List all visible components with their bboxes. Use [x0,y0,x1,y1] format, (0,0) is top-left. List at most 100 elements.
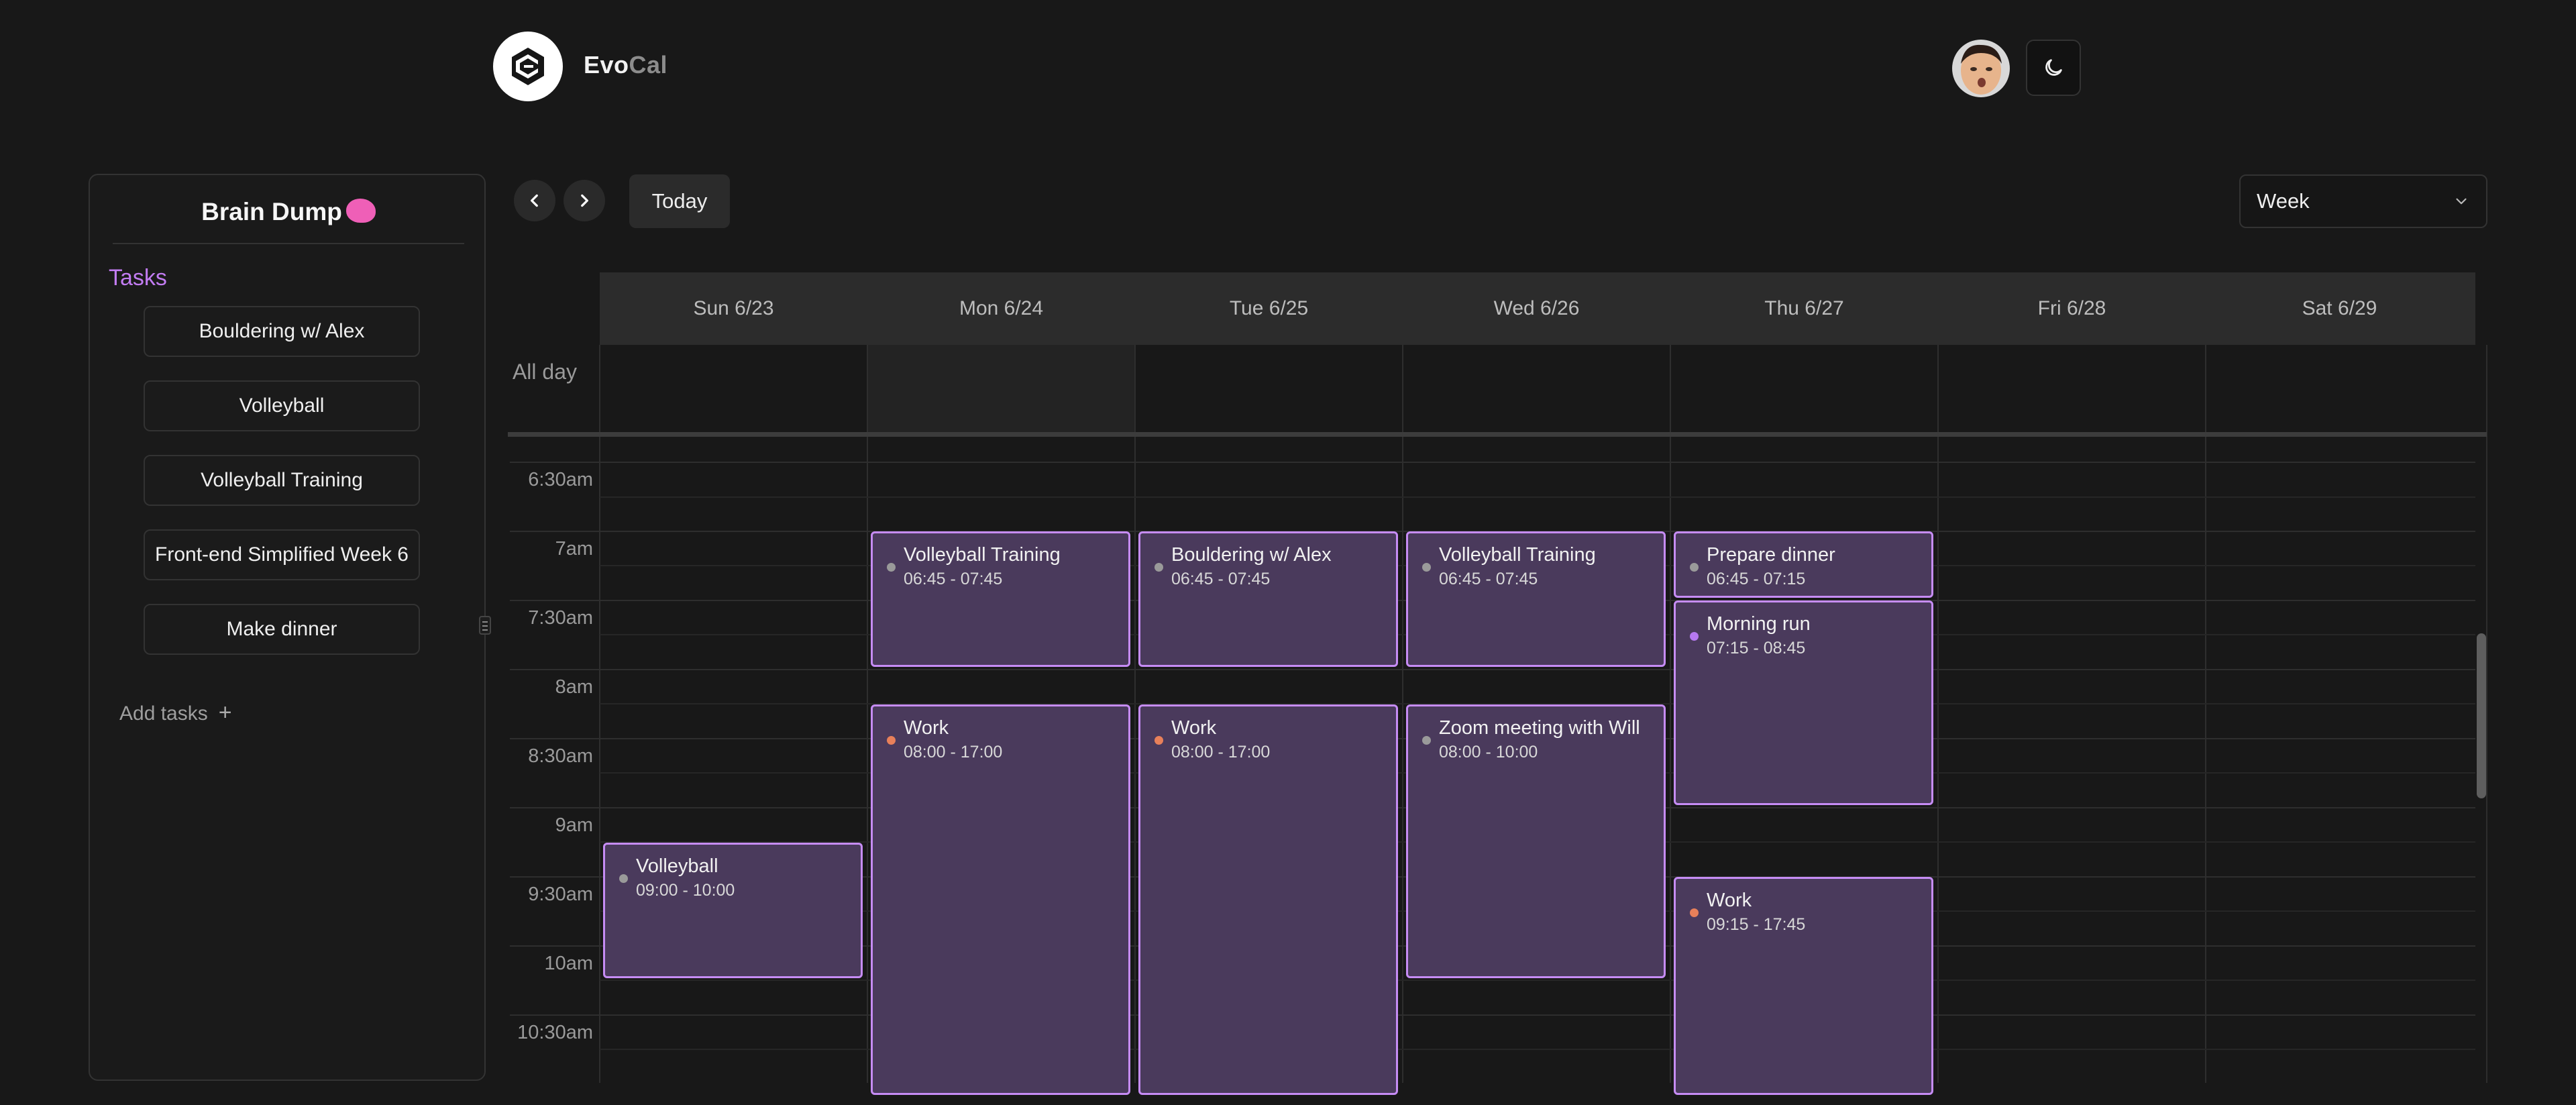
calendar-scrollbar[interactable] [2477,633,2486,798]
event-time: 06:45 - 07:15 [1707,570,1806,588]
grid-line [2486,345,2487,1083]
event-dot [1690,632,1699,641]
next-week-button[interactable] [564,180,605,221]
task-item[interactable]: Volleyball Training [144,455,420,506]
grid-line [599,345,600,1083]
brain-dump-title: Brain Dump [90,198,487,226]
event-title: Morning run [1707,613,1811,635]
chevron-left-icon [531,194,538,207]
grid-line [2205,345,2206,1083]
add-tasks-label: Add tasks [119,702,208,725]
task-item[interactable]: Front-end Simplified Week 6 [144,529,420,580]
calendar-event[interactable]: Work 08:00 - 17:00 [1138,704,1398,1095]
time-label: 7am [555,538,593,560]
brand-name-part1: Evo [584,51,629,78]
all-day-cell-highlight[interactable] [867,345,1135,435]
event-dot [1690,908,1699,917]
day-header-sat[interactable]: Sat 6/29 [2206,272,2473,345]
tasks-heading: Tasks [109,265,167,291]
grid-line [1670,345,1671,1083]
event-title: Zoom meeting with Will [1439,717,1640,739]
day-header-row: Sun 6/23 Mon 6/24 Tue 6/25 Wed 6/26 Thu … [600,272,2475,345]
event-dot [1690,563,1699,572]
time-label: 6:30am [528,469,593,490]
grid-line [1402,345,1403,1083]
calendar-event[interactable]: Morning run 07:15 - 08:45 [1674,600,1933,805]
day-header-sun[interactable]: Sun 6/23 [600,272,867,345]
brand-name-part2: Cal [629,51,668,78]
event-dot [619,874,628,883]
event-title: Volleyball [636,855,718,877]
event-time: 06:45 - 07:45 [904,570,1003,588]
add-tasks-button[interactable]: Add tasks + [119,700,232,726]
calendar-event[interactable]: Work 09:15 - 17:45 [1674,877,1933,1095]
event-dot [1422,563,1431,572]
calendar-event[interactable]: Zoom meeting with Will 08:00 - 10:00 [1406,704,1666,978]
time-label: 8am [555,676,593,698]
theme-toggle-button[interactable] [2026,40,2081,96]
event-time: 08:00 - 10:00 [1439,742,1538,761]
grid-line [867,345,868,1083]
prev-week-button[interactable] [514,180,555,221]
calendar-event[interactable]: Prepare dinner 06:45 - 07:15 [1674,531,1933,598]
calendar-event[interactable]: Volleyball Training 06:45 - 07:45 [871,531,1130,667]
view-select-value: Week [2257,189,2310,213]
evocal-logo-icon[interactable] [493,32,563,101]
brand-name: EvoCal [584,51,667,79]
brain-dump-panel: Brain Dump Tasks Bouldering w/ Alex Voll… [89,174,486,1081]
event-time: 07:15 - 08:45 [1707,639,1806,657]
day-header-thu[interactable]: Thu 6/27 [1670,272,1938,345]
calendar-event[interactable]: Volleyball Training 06:45 - 07:45 [1406,531,1666,667]
event-title: Prepare dinner [1707,544,1835,566]
grid-line [1134,345,1136,1083]
time-label: 8:30am [528,745,593,767]
calendar-event[interactable]: Work 08:00 - 17:00 [871,704,1130,1095]
day-header-mon[interactable]: Mon 6/24 [867,272,1135,345]
plus-icon: + [218,700,232,725]
event-dot [887,735,896,745]
time-label: 10am [544,953,593,974]
grid-line [510,462,2475,463]
all-day-separator [508,432,2487,437]
today-button[interactable]: Today [629,174,730,228]
sidebar-resize-handle[interactable] [479,616,491,635]
event-dot [1422,735,1431,745]
event-dot [1155,735,1163,745]
event-time: 08:00 - 17:00 [904,742,1003,761]
event-time: 06:45 - 07:45 [1171,570,1271,588]
avatar[interactable] [1952,40,2010,97]
task-item[interactable]: Bouldering w/ Alex [144,306,420,357]
task-item[interactable]: Make dinner [144,604,420,655]
task-item[interactable]: Volleyball [144,380,420,431]
event-time: 06:45 - 07:45 [1439,570,1538,588]
event-title: Volleyball Training [904,544,1061,566]
all-day-label: All day [512,360,577,384]
event-title: Work [1707,890,1752,911]
event-dot [1155,563,1163,572]
event-dot [887,563,896,572]
moon-icon [2045,59,2062,76]
event-time: 08:00 - 17:00 [1171,742,1271,761]
event-time: 09:15 - 17:45 [1707,915,1806,934]
chevron-right-icon [581,194,588,207]
day-header-wed[interactable]: Wed 6/26 [1403,272,1670,345]
grid-line [510,1014,2475,1016]
grid-line [600,496,2475,498]
view-select[interactable]: Week [2239,174,2487,228]
event-title: Bouldering w/ Alex [1171,544,1332,566]
chevron-down-icon [2456,198,2467,205]
grid-line [510,669,2475,670]
event-time: 09:00 - 10:00 [636,880,735,900]
day-header-fri[interactable]: Fri 6/28 [1938,272,2206,345]
calendar-event[interactable]: Bouldering w/ Alex 06:45 - 07:45 [1138,531,1398,667]
day-header-tue[interactable]: Tue 6/25 [1135,272,1403,345]
event-title: Work [904,717,949,739]
time-label: 7:30am [528,607,593,629]
event-title: Volleyball Training [1439,544,1596,566]
brain-icon [345,199,376,223]
calendar-event[interactable]: Volleyball 09:00 - 10:00 [603,842,863,978]
event-title: Work [1171,717,1217,739]
time-label: 9:30am [528,884,593,905]
time-label: 10:30am [517,1022,593,1043]
grid-line [1937,345,1939,1083]
